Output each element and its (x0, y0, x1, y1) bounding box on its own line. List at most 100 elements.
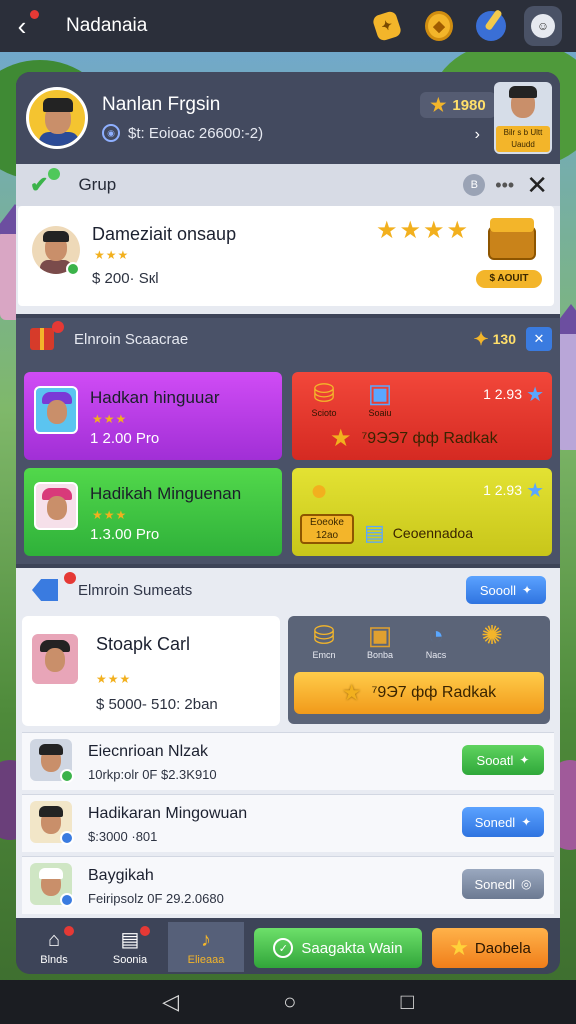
tile-reward-text: ⁷9ЭЭ7 фф Radkak (361, 429, 498, 447)
coins-icon: ⛁ (313, 378, 335, 408)
close-icon[interactable]: ✕ (526, 170, 548, 201)
button-label: Sonedl (474, 814, 516, 830)
featured-friend-card[interactable]: Stoapk Carl ★★★ $ 5000- 510: 2ban (22, 616, 280, 726)
main-panel: Nanlan Frgsin ◉ $t: Eoioac 26600:-2) ★ 1… (16, 72, 560, 974)
bottom-bar: ⌂ Blnds ▤ Soonia ♪ Elieaaa ✓ Saagakta Wa… (16, 922, 560, 974)
page-title: Nadanaia (66, 15, 148, 36)
tile-reward: ▤ Ceoennadoa (364, 520, 473, 546)
reward-label: Bonba (366, 650, 394, 660)
gift-icon (30, 321, 64, 350)
nav-events[interactable]: ♪ Elieaaa (168, 922, 244, 972)
list-item[interactable]: Hadikaran Mingowuan $:3000 ·801 Sonedl ✦ (22, 794, 554, 852)
avatar (34, 482, 78, 530)
event-tile-purple[interactable]: Hadkan hinguuar ★★★ 1 2.00 Pro (24, 372, 282, 460)
button-label: Daobela (474, 939, 531, 957)
chest-label: $ AOUIT (476, 270, 542, 288)
nav-home-icon[interactable]: ○ (283, 989, 296, 1015)
coin-button[interactable]: ◆ (420, 7, 458, 45)
rating-stars: ★★★ (94, 248, 130, 262)
friend-name: Eiecnrioan Nlzak (88, 743, 209, 760)
chat-button[interactable]: ☺ (524, 6, 562, 46)
online-icon (60, 769, 74, 783)
ticket-icon: ✦ (371, 9, 403, 43)
more-icon[interactable]: ••• (495, 175, 514, 196)
online-icon (60, 831, 74, 845)
group-member-card[interactable]: Dameziait onsaup ★★★ $ 200· Sкl ★★★★ $ A… (18, 206, 554, 306)
button-label: Sonedl (474, 876, 515, 892)
nav-back-icon[interactable]: ◁ (162, 989, 179, 1015)
reward-label: Scioto (311, 408, 337, 418)
avatar[interactable] (26, 87, 88, 149)
arrow-icon: ✦ (522, 583, 533, 597)
star-icon: ★ (526, 480, 544, 502)
ribbon-badge: Eoeoke 12ao (300, 514, 354, 544)
friend-meta: $:3000 ·801 (88, 829, 158, 844)
group-badge[interactable]: B (463, 174, 486, 196)
brush-button[interactable] (472, 7, 510, 45)
top-bar: ‹ Nadanaia ✦ ◆ ☺ (0, 0, 576, 52)
star-icon: ★ (341, 680, 362, 705)
tile-name: Hadikah Minguenan (90, 484, 242, 503)
pet-icon: ● (310, 474, 329, 507)
event-tile-red[interactable]: ⛁ Scioto ▣ Soaiu 1 2.93 ★ ★ ⁷9ЭЭ7 фф Radka… (292, 372, 552, 460)
button-label: Soooll (479, 582, 517, 598)
nav-home[interactable]: ⌂ Blnds (16, 922, 92, 972)
nav-recents-icon[interactable]: □ (401, 989, 414, 1015)
chevron-right-icon[interactable]: › (475, 126, 480, 144)
header-action-button[interactable]: Soooll ✦ (466, 576, 546, 604)
sparkle-icon: ✺ (481, 620, 503, 650)
secondary-action-button[interactable]: ★ Daobela (432, 928, 548, 968)
member-name: Dameziait onsaup (92, 224, 237, 244)
nav-label: Blnds (40, 954, 68, 966)
arrow-icon: ✦ (519, 753, 530, 767)
brush-icon (476, 11, 506, 41)
reward-label: Nacs (425, 650, 447, 660)
profile-card-label: Bilr ѕ b Ultt Uaudd (496, 126, 550, 152)
horn-icon: ♪ (201, 929, 211, 951)
coin-counter: ★ 1980 (420, 92, 496, 118)
profile-id: ◉ $t: Eoioac 26600:-2) (102, 124, 560, 142)
primary-action-button[interactable]: ✓ Saagakta Wain (254, 928, 422, 968)
event-title: Elnroin Scaacrae (74, 330, 189, 348)
list-item[interactable]: Eiecnrioan Nlzak 10rkp:olr 0F $2.3K910 S… (22, 732, 554, 790)
friend-value: $ 5000- 510: 2ban (96, 696, 218, 713)
online-icon (60, 893, 74, 907)
ticket-button[interactable]: ✦ (368, 7, 406, 45)
profile-id-text: $t: Eoioac 26600:-2) (128, 124, 264, 142)
event-tile-green[interactable]: Hadikah Minguenan ★★★ 1.3.00 Pro (24, 468, 282, 556)
arrow-icon: ◎ (521, 877, 532, 891)
group-header: ✔ Grup B ••• ✕ (16, 164, 560, 206)
chest-icon[interactable] (482, 214, 542, 266)
event-tile-yellow[interactable]: ● Eoeoke 12ao 1 2.93 ★ ▤ Ceoennadoa (292, 468, 552, 556)
friends-title: Elmroin Sumeats (78, 581, 193, 599)
system-navigation-bar: ◁ ○ □ (0, 980, 576, 1024)
tag-icon (32, 579, 58, 601)
star-icon: ★ (526, 384, 544, 406)
profile-header[interactable]: Nanlan Frgsin ◉ $t: Eoioac 26600:-2) ★ 1… (16, 72, 560, 164)
back-button[interactable]: ‹ (0, 0, 44, 52)
claim-reward-button[interactable]: ★ ⁷9Э7 фф Radkak (294, 672, 544, 714)
card-icon: ▤ (364, 520, 385, 545)
friend-meta: Feiripsolz 0F 29.2.0680 (88, 891, 224, 906)
notification-dot (30, 10, 39, 19)
rating-stars: ★★★ (92, 508, 128, 522)
coin-count: 1980 (452, 96, 486, 114)
online-icon (66, 262, 80, 276)
rating-stars: ★★★ (92, 412, 128, 426)
avatar (34, 386, 78, 434)
share-icon[interactable]: ✕ (526, 327, 552, 351)
event-badge-value: 130 (492, 331, 516, 347)
notification-dot (64, 572, 76, 584)
notification-dot (140, 926, 150, 936)
magnifier-icon: ◔ (428, 620, 444, 650)
tile-name: Hadkan hinguuar (90, 388, 220, 407)
row-action-button[interactable]: Sonedl ✦ (462, 807, 544, 837)
rating-stars: ★★★ (96, 672, 132, 686)
profile-card[interactable]: Bilr ѕ b Ultt Uaudd (494, 82, 552, 154)
list-item[interactable]: Baygikah Feiripsolz 0F 29.2.0680 Sonedl ◎ (22, 856, 554, 914)
friend-name: Baygikah (88, 867, 154, 884)
row-action-button[interactable]: Sooatl ✦ (462, 745, 544, 775)
event-section: Elnroin Scaacrae ✦ 130 ✕ Hadkan hinguuar… (16, 318, 560, 564)
row-action-button[interactable]: Sonedl ◎ (462, 869, 544, 899)
nav-news[interactable]: ▤ Soonia (92, 922, 168, 972)
